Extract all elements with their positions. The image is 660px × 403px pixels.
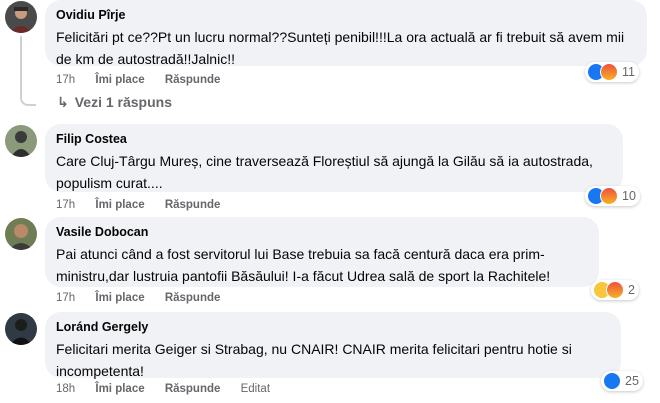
comment-text: Felicitări pt ce??Pt un lucru normal??Su… — [56, 29, 625, 67]
comment-time[interactable]: 17h — [56, 197, 75, 213]
reaction-count: 10 — [622, 189, 636, 203]
comment-bubble: Loránd Gergely Felicitari merita Geiger … — [45, 312, 621, 379]
comment-text: Care Cluj-Târgu Mureș, cine traversează … — [56, 153, 593, 191]
reaction-count: 25 — [625, 374, 639, 388]
reaction-count: 2 — [628, 283, 635, 297]
like-button[interactable]: Îmi place — [95, 290, 144, 306]
like-reaction-icon — [603, 372, 621, 390]
avatar[interactable] — [5, 125, 37, 157]
reply-arrow-icon: ↳ — [57, 94, 69, 110]
comment-bubble: Filip Costea Care Cluj-Târgu Mureș, cine… — [45, 124, 623, 192]
reply-button[interactable]: Răspunde — [165, 290, 221, 306]
comment-bubble: Ovidiu Pîrje Felicitări pt ce??Pt un luc… — [45, 0, 647, 67]
reaction-summary[interactable]: 10 — [585, 186, 640, 206]
reply-button[interactable]: Răspunde — [165, 381, 221, 397]
comment-time[interactable]: 17h — [56, 72, 75, 88]
reaction-summary[interactable]: 11 — [585, 62, 639, 82]
like-button[interactable]: Îmi place — [95, 381, 144, 397]
comment-author[interactable]: Loránd Gergely — [56, 319, 609, 335]
edited-label: Editat — [240, 383, 271, 395]
comment-actions: 18h Îmi place Răspunde Editat — [56, 381, 287, 397]
reply-button[interactable]: Răspunde — [165, 197, 221, 213]
comment-author[interactable]: Vasile Dobocan — [56, 224, 587, 240]
reply-button[interactable]: Răspunde — [165, 72, 221, 88]
thread-connector — [20, 96, 36, 106]
comment-time[interactable]: 18h — [56, 381, 75, 397]
angry-reaction-icon — [600, 187, 618, 205]
angry-reaction-icon — [600, 63, 618, 81]
comment-time[interactable]: 17h — [56, 290, 75, 306]
comment-actions: 17h Îmi place Răspunde — [56, 290, 237, 306]
reaction-summary[interactable]: 25 — [601, 371, 643, 391]
comment-actions: 17h Îmi place Răspunde — [56, 197, 237, 213]
thread-connector — [20, 36, 22, 96]
angry-reaction-icon — [606, 281, 624, 299]
comment-text: Pai atunci când a fost servitorul lui Ba… — [56, 246, 551, 284]
view-replies-link[interactable]: ↳ Vezi 1 răspuns — [57, 94, 172, 111]
comment-author[interactable]: Filip Costea — [56, 131, 611, 147]
comment-text: Felicitari merita Geiger si Strabag, nu … — [56, 341, 572, 379]
comment-actions: 17h Îmi place Răspunde — [56, 72, 237, 88]
avatar[interactable] — [5, 218, 37, 250]
comment-author[interactable]: Ovidiu Pîrje — [56, 7, 635, 23]
reaction-count: 11 — [622, 65, 635, 79]
like-button[interactable]: Îmi place — [95, 197, 144, 213]
comment-bubble: Vasile Dobocan Pai atunci când a fost se… — [45, 217, 599, 287]
like-button[interactable]: Îmi place — [95, 72, 144, 88]
avatar[interactable] — [5, 1, 37, 33]
avatar[interactable] — [5, 313, 37, 345]
reaction-summary[interactable]: 2 — [591, 280, 639, 300]
